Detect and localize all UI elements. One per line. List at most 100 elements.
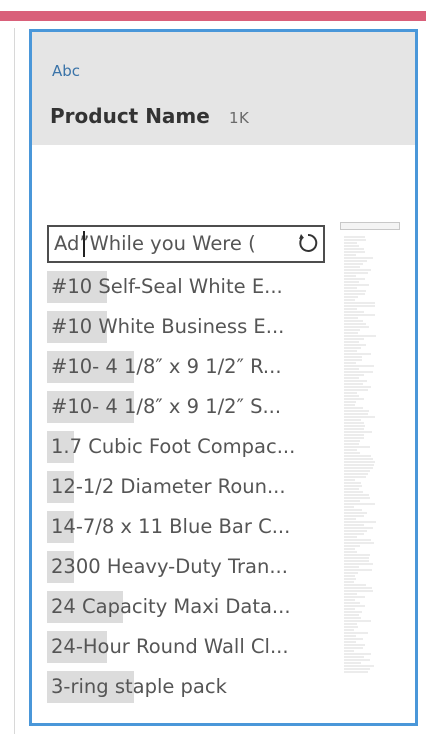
minimap-line: [344, 266, 360, 268]
value-row[interactable]: #10- 4 1/8″ x 9 1/2″ R...: [47, 349, 327, 389]
minimap-line: [344, 407, 363, 409]
minimap-line: [344, 569, 372, 571]
value-row[interactable]: 2300 Heavy-Duty Tran...: [47, 549, 327, 589]
minimap-line: [344, 299, 355, 301]
minimap-line: [344, 446, 370, 448]
minimap-line: [344, 374, 364, 376]
minimap-line: [344, 425, 365, 427]
minimap-line: [344, 473, 368, 475]
minimap-line: [344, 539, 371, 541]
minimap-line: [344, 383, 363, 385]
minimap-line: [344, 662, 361, 664]
minimap-line: [344, 512, 367, 514]
minimap-line: [344, 557, 369, 559]
value-list: #10 Self-Seal White E... #10 White Busin…: [47, 269, 327, 709]
minimap-line: [344, 305, 375, 307]
minimap-line: [344, 644, 365, 646]
minimap-line: [344, 635, 356, 637]
minimap-line: [344, 281, 359, 283]
minimap-line: [344, 455, 371, 457]
minimap-line: [344, 344, 366, 346]
adjacent-profile-card: [0, 28, 15, 734]
value-scroll-minimap[interactable]: [340, 222, 400, 678]
minimap-line: [344, 356, 362, 358]
value-label: #10 White Business E...: [51, 315, 285, 338]
minimap-line: [344, 449, 357, 451]
minimap-line: [344, 602, 360, 604]
minimap-line: [344, 542, 374, 544]
value-label: #10 Self-Seal White E...: [51, 275, 283, 298]
value-row[interactable]: #10- 4 1/8″ x 9 1/2″ S...: [47, 389, 327, 429]
minimap-line: [344, 515, 364, 517]
value-row[interactable]: #10 Self-Seal White E...: [47, 269, 327, 309]
minimap-line: [344, 242, 357, 244]
value-label: #10- 4 1/8″ x 9 1/2″ R...: [51, 355, 282, 378]
minimap-line: [344, 404, 355, 406]
value-row[interactable]: 12-1/2 Diameter Roun...: [47, 469, 327, 509]
value-label: 3-ring staple pack: [51, 675, 227, 698]
minimap-line: [344, 302, 375, 304]
minimap-line: [344, 617, 361, 619]
minimap-line: [344, 593, 357, 595]
value-row[interactable]: 24 Capacity Maxi Data...: [47, 589, 327, 629]
search-input-text[interactable]: Ad”While you Were (: [54, 227, 298, 261]
value-row[interactable]: 24-Hour Round Wall Cl...: [47, 629, 327, 669]
value-label: 24-Hour Round Wall Cl...: [51, 635, 289, 658]
minimap-line: [344, 611, 362, 613]
minimap-line: [344, 251, 365, 253]
minimap-line: [344, 332, 358, 334]
minimap-line: [344, 314, 375, 316]
data-type-tag[interactable]: Abc: [52, 62, 80, 80]
value-search-input[interactable]: Ad”While you Were (: [47, 225, 325, 263]
minimap-line: [344, 452, 360, 454]
minimap-line: [344, 428, 364, 430]
minimap-line: [344, 335, 376, 337]
value-row[interactable]: 1.7 Cubic Foot Compac...: [47, 429, 327, 469]
minimap-line: [344, 371, 373, 373]
field-name: Product Name: [50, 104, 210, 128]
value-label: 24 Capacity Maxi Data...: [51, 595, 291, 618]
minimap-line: [344, 437, 364, 439]
minimap-line: [344, 485, 362, 487]
minimap-line: [344, 500, 360, 502]
minimap-line: [344, 338, 364, 340]
minimap-line: [344, 578, 356, 580]
minimap-line: [344, 530, 367, 532]
field-profile-card[interactable]: Abc Product Name 1K Ad”While you Were ( …: [29, 29, 418, 726]
minimap-line: [344, 659, 370, 661]
minimap-line: [344, 566, 359, 568]
minimap-line: [344, 638, 363, 640]
minimap-line: [344, 398, 364, 400]
minimap-line: [344, 536, 357, 538]
minimap-line: [344, 317, 358, 319]
minimap-line: [344, 581, 354, 583]
minimap-line: [344, 560, 369, 562]
minimap-line: [344, 377, 359, 379]
minimap-line: [344, 545, 360, 547]
minimap-line: [344, 350, 357, 352]
minimap-line: [344, 257, 373, 259]
minimap-line: [344, 311, 364, 313]
minimap-line: [344, 401, 356, 403]
minimap-line: [344, 239, 366, 241]
minimap-line: [344, 548, 355, 550]
minimap-line: [344, 623, 357, 625]
minimap-line: [344, 575, 355, 577]
minimap-line: [344, 440, 360, 442]
minimap-line: [344, 320, 363, 322]
minimap-line: [344, 665, 374, 667]
card-header[interactable]: Abc Product Name 1K: [32, 32, 415, 145]
value-row[interactable]: 14-7/8 x 11 Blue Bar C...: [47, 509, 327, 549]
minimap-line: [344, 467, 373, 469]
minimap-line: [344, 410, 369, 412]
minimap-line: [344, 494, 369, 496]
minimap-line: [344, 389, 368, 391]
minimap-line: [344, 419, 361, 421]
reset-icon[interactable]: [297, 232, 319, 254]
value-row[interactable]: #10 White Business E...: [47, 309, 327, 349]
value-row[interactable]: 3-ring staple pack: [47, 669, 327, 709]
minimap-line: [344, 416, 375, 418]
distinct-value-count: 1K: [229, 109, 250, 127]
minimap-line: [344, 524, 364, 526]
scroll-thumb[interactable]: [340, 222, 400, 230]
